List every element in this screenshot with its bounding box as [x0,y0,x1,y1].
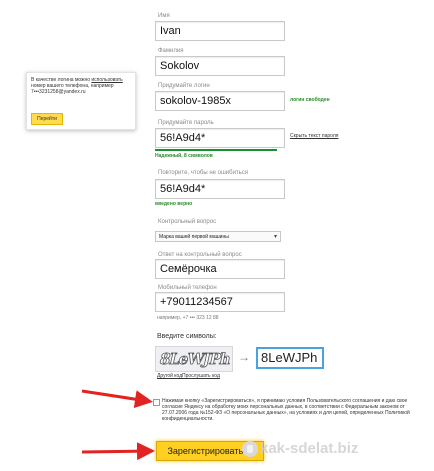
login-hint-popup: В качестве логина можно использовать ном… [26,72,136,130]
password-repeat-input[interactable]: 56!A9d4* [155,179,285,199]
arrow-to-checkbox [81,389,153,409]
arrow-right-icon: → [238,350,250,364]
answer-label: Ответ на контрольный вопрос [158,252,242,258]
terms-text: Нажимая кнопку «Зарегистрироваться», я п… [162,398,410,422]
question-selected: Марка вашей первой машины [159,234,229,240]
captcha-label: Введите символы: [157,333,217,340]
login-hint-text: В качестве логина можно использовать ном… [31,77,131,95]
phone-label: Мобильный телефон [158,285,217,291]
captcha-image-text: 8LeWJPh [158,350,232,369]
password-input[interactable]: 56!A9d4* [155,128,285,148]
login-label: Придумайте логин [158,83,210,89]
hide-password-link[interactable]: Скрыть текст пароля [290,133,338,139]
password-match-text: введено верно [155,201,193,207]
password-repeat-label: Повторите, чтобы не ошибиться [158,170,249,176]
hint-go-button[interactable]: Перейти [31,113,63,125]
watermark: kak-sdelat.biz [260,440,359,457]
password-strength-bar [155,149,277,151]
terms-checkbox[interactable] [153,399,160,406]
first-name-input[interactable]: Ivan [155,21,285,41]
last-name-input[interactable]: Sokolov [155,56,285,76]
phone-input[interactable]: +79011234567 [155,292,285,312]
dropdown-arrow-icon: ▾ [273,234,277,240]
other-code-link[interactable]: Другой код [157,373,182,379]
question-select[interactable]: Марка вашей первой машины ▾ [155,231,281,242]
listen-code-link[interactable]: Прослушать код [182,373,220,379]
captcha-image: 8LeWJPh [155,346,233,372]
phone-example: например, +7 ••• 323 12 88 [157,315,219,321]
login-status: логин свободен [290,97,330,103]
first-name-label: Имя [158,13,170,19]
password-label: Придумайте пароль [158,120,214,126]
arrow-to-register [81,442,155,461]
login-input[interactable]: sokolov-1985x [155,91,285,111]
watermark-logo-icon [242,441,258,457]
hint-text-part: номер вашего телефона, например 7•••3231… [31,83,114,95]
password-strength-text: Надежный, 8 символов [155,153,213,159]
last-name-label: Фамилия [158,48,184,54]
question-label: Контрольный вопрос [158,219,217,225]
captcha-input[interactable]: 8LeWJPh [256,347,324,369]
answer-input[interactable]: Семёрочка [155,259,285,279]
